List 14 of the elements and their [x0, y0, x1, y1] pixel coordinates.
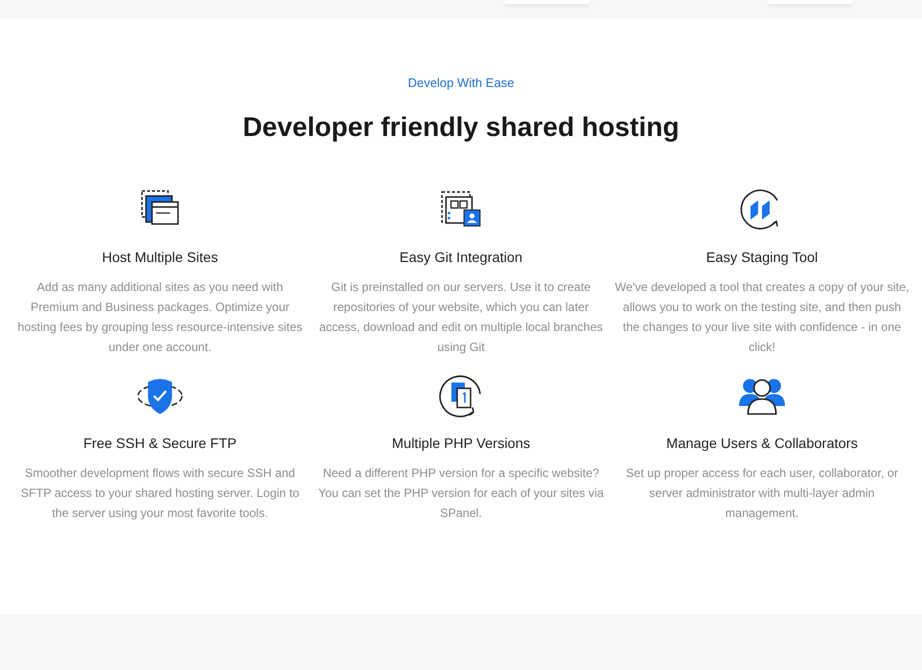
- feature-title: Easy Staging Tool: [706, 249, 818, 265]
- section-kicker: Develop With Ease: [408, 76, 514, 90]
- feature-title: Easy Git Integration: [400, 249, 522, 265]
- feature-title: Host Multiple Sites: [102, 249, 218, 265]
- feature-title: Free SSH & Secure FTP: [83, 435, 237, 451]
- feature-description: Add as many additional sites as you need with Premium and Business packages. Optimize your hosting fees by grouping less resource-intensive sites under one account.: [16, 279, 304, 356]
- feature-title: Manage Users & Collaborators: [666, 435, 858, 451]
- feature-description: Smoother development flows with secure SSH and SFTP access to your shared hosting server. Login to the server using your most favorite tools.: [20, 465, 300, 522]
- feature-description: Git is preinstalled on our servers. Use it to create repositories of your website, which you can later access, download and edit on multiple local branches using Git: [318, 279, 604, 356]
- feature-description: Need a different PHP version for a specific website? You can set the PHP version for each of your sites via SPanel.: [317, 465, 605, 522]
- feature-description: Set up proper access for each user, collaborator, or server administrator with multi-layer admin management.: [624, 465, 900, 522]
- feature-title: Multiple PHP Versions: [392, 435, 530, 451]
- feature-description: We've developed a tool that creates a copy of your site, allows you to work on the testing site, and then push the changes to your live site with confidence - in one click!: [614, 279, 910, 356]
- section-title: Developer friendly shared hosting: [242, 112, 680, 143]
